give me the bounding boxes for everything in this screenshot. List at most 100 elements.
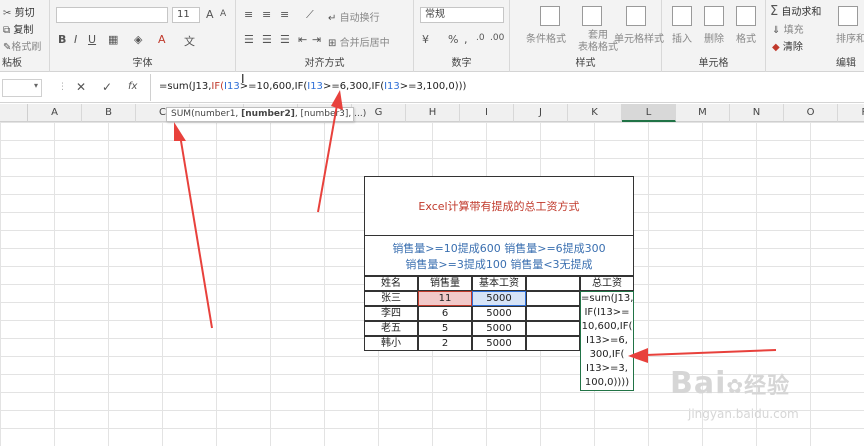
- header-cell-total[interactable]: 总工资: [580, 276, 634, 291]
- table-cell-blank[interactable]: [526, 336, 580, 351]
- table-cell-salary[interactable]: 5000: [472, 336, 526, 351]
- column-header-i[interactable]: I: [460, 104, 514, 122]
- align-top-icon[interactable]: ≡: [244, 8, 253, 21]
- name-box-chevron-icon[interactable]: ▾: [34, 81, 38, 90]
- border-icon[interactable]: ▦: [108, 33, 118, 46]
- clear-button[interactable]: ◆ 清除: [772, 38, 803, 53]
- sort-filter-button[interactable]: 排序和: [836, 30, 864, 45]
- conditional-format-button[interactable]: 条件格式: [526, 30, 566, 45]
- align-center-icon[interactable]: ☰: [262, 33, 272, 46]
- active-cell-editor[interactable]: =sum(J13, IF(I13>= 10,600,IF( I13>=6, 30…: [580, 291, 634, 391]
- formula-part-if1: IF(: [211, 81, 225, 92]
- font-color-icon[interactable]: A: [158, 33, 166, 46]
- cancel-button[interactable]: ✕: [76, 80, 86, 94]
- currency-icon[interactable]: ¥: [422, 33, 429, 46]
- column-header-n[interactable]: N: [730, 104, 784, 122]
- format-as-table-button[interactable]: 套用 表格格式: [578, 30, 618, 54]
- rules-box[interactable]: 销售量>=10提成600 销售量>=6提成300 销售量>=3提成100 销售量…: [364, 236, 634, 276]
- table-cell-sales[interactable]: 6: [418, 306, 472, 321]
- edit-line: I13>=3,: [586, 363, 628, 374]
- copy-label: 复制: [13, 25, 34, 36]
- table-cell-blank[interactable]: [526, 321, 580, 336]
- align-left-icon[interactable]: ☰: [244, 33, 254, 46]
- cut-button[interactable]: ✂ 剪切: [3, 4, 35, 19]
- table-cell-salary[interactable]: 5000: [472, 321, 526, 336]
- formula-bar: ▾ ⋮ ✕ ✓ fx =sum(J13,IF(I13>=10,600,IF(I1…: [0, 73, 864, 103]
- table-cell-salary[interactable]: 5000: [472, 306, 526, 321]
- copy-button[interactable]: ⧉ 复制: [3, 21, 33, 36]
- formula-input[interactable]: =sum(J13,IF(I13>=10,600,IF(I13>=6,300,IF…: [150, 74, 862, 101]
- wrap-text-button[interactable]: ↵ 自动换行: [328, 9, 380, 24]
- fill-button[interactable]: ⇓ 填充: [772, 21, 804, 36]
- decrease-font-icon[interactable]: A: [220, 9, 226, 19]
- increase-font-icon[interactable]: A: [206, 8, 214, 21]
- name-box[interactable]: ▾: [2, 79, 42, 97]
- bold-button[interactable]: B: [58, 33, 66, 46]
- align-right-icon[interactable]: ☰: [280, 33, 290, 46]
- header-cell-blank[interactable]: [526, 276, 580, 291]
- wrap-icon: ↵: [328, 13, 337, 24]
- underline-button[interactable]: U: [88, 33, 96, 46]
- font-family-dropdown[interactable]: [56, 7, 168, 23]
- column-header-l[interactable]: L: [622, 104, 676, 122]
- format-button[interactable]: 格式: [736, 30, 756, 45]
- table-cell-sales[interactable]: 11: [418, 291, 472, 306]
- format-icon: [736, 6, 756, 26]
- header-cell-salary[interactable]: 基本工资: [472, 276, 526, 291]
- table-cell-name[interactable]: 韩小: [364, 336, 418, 351]
- delete-button[interactable]: 删除: [704, 30, 724, 45]
- select-all-corner[interactable]: [0, 104, 28, 122]
- table-cell-name[interactable]: 张三: [364, 291, 418, 306]
- sheet-title[interactable]: Excel计算带有提成的总工资方式: [364, 176, 634, 236]
- column-header-m[interactable]: M: [676, 104, 730, 122]
- table-cell-sales[interactable]: 2: [418, 336, 472, 351]
- formula-part-cond2: >=6,300,IF(: [322, 81, 385, 92]
- table-cell-salary[interactable]: 5000: [472, 291, 526, 306]
- table-cell-sales[interactable]: 5: [418, 321, 472, 336]
- clipboard-group: ✂ 剪切 ⧉ 复制 ✎格式刷 粘板: [0, 0, 50, 72]
- tooltip-bold-arg: [number2]: [241, 109, 295, 119]
- editing-group: Σ 自动求和 ⇓ 填充 ◆ 清除 排序和 编辑: [766, 0, 864, 72]
- align-bottom-icon[interactable]: ≡: [280, 8, 289, 21]
- edit-line: 300,IF(: [589, 349, 625, 360]
- autosum-button[interactable]: Σ 自动求和: [770, 3, 821, 19]
- edit-line: 100,0)))): [584, 377, 630, 388]
- format-painter-label: 格式刷: [11, 42, 42, 53]
- phonetic-icon[interactable]: 文: [184, 33, 195, 49]
- sigma-icon: Σ: [770, 4, 779, 19]
- column-header-o[interactable]: O: [784, 104, 838, 122]
- italic-button[interactable]: I: [74, 33, 77, 46]
- table-cell-name[interactable]: 李四: [364, 306, 418, 321]
- merge-icon: ⊞: [328, 38, 337, 49]
- column-header-j[interactable]: J: [514, 104, 568, 122]
- number-format-dropdown[interactable]: 常规: [420, 7, 504, 23]
- comma-button[interactable]: ,: [464, 33, 468, 46]
- column-header-p[interactable]: P: [838, 104, 864, 122]
- increase-decimal-icon[interactable]: .0: [476, 33, 485, 43]
- insert-function-button[interactable]: fx: [128, 81, 137, 92]
- decrease-decimal-icon[interactable]: .00: [490, 33, 504, 43]
- indent-decrease-icon[interactable]: ⇤: [298, 33, 307, 46]
- header-cell-sales[interactable]: 销售量: [418, 276, 472, 291]
- header-cell-name[interactable]: 姓名: [364, 276, 418, 291]
- align-middle-icon[interactable]: ≡: [262, 8, 271, 21]
- table-cell-blank[interactable]: [526, 291, 580, 306]
- enter-button[interactable]: ✓: [102, 80, 112, 94]
- formula-part-cond1: >=10,600,IF(: [239, 81, 308, 92]
- percent-button[interactable]: %: [448, 33, 458, 46]
- insert-button[interactable]: 插入: [672, 30, 692, 45]
- column-header-b[interactable]: B: [82, 104, 136, 122]
- merge-center-button[interactable]: ⊞ 合并后居中: [328, 34, 390, 49]
- sort-filter-icon: [838, 6, 858, 26]
- column-header-h[interactable]: H: [406, 104, 460, 122]
- table-cell-blank[interactable]: [526, 306, 580, 321]
- column-header-k[interactable]: K: [568, 104, 622, 122]
- column-header-a[interactable]: A: [28, 104, 82, 122]
- font-size-dropdown[interactable]: 11: [172, 7, 200, 23]
- orientation-icon[interactable]: ⟋: [306, 8, 314, 22]
- fill-color-icon[interactable]: ◈: [134, 33, 142, 46]
- indent-increase-icon[interactable]: ⇥: [312, 33, 321, 46]
- format-painter-button[interactable]: ✎格式刷: [3, 38, 41, 53]
- table-cell-name[interactable]: 老五: [364, 321, 418, 336]
- cell-style-button[interactable]: 单元格样式: [614, 30, 664, 45]
